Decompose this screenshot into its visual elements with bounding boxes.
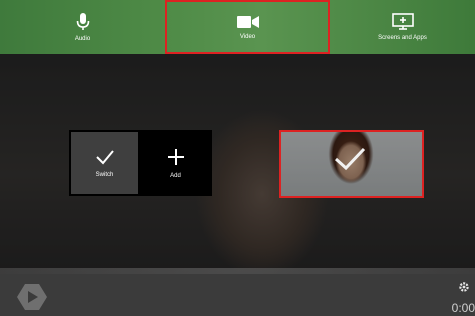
video-action-panel: Switch Add	[69, 130, 212, 196]
plus-icon	[167, 148, 185, 173]
microphone-icon	[76, 12, 90, 36]
screens-and-apps-tab-label: Screens and Apps	[378, 35, 427, 41]
camera-preview-thumbnail[interactable]	[279, 130, 424, 198]
player-bar: 0:00	[0, 274, 475, 316]
video-tab[interactable]: Video	[165, 0, 330, 54]
audio-tab[interactable]: Audio	[0, 0, 165, 54]
checkmark-icon	[95, 149, 115, 172]
audio-tab-label: Audio	[74, 35, 91, 42]
switch-button-label: Switch	[95, 171, 114, 178]
selected-checkmark-icon	[333, 146, 367, 177]
add-button[interactable]: Add	[142, 132, 209, 194]
video-tab-label: Video	[239, 33, 256, 40]
add-button-label: Add	[170, 172, 181, 179]
elapsed-time: 0:00	[451, 301, 475, 315]
settings-gear-icon[interactable]	[458, 280, 470, 298]
video-camera-icon	[236, 15, 259, 34]
app-logo-icon	[17, 284, 47, 315]
switch-button[interactable]: Switch	[71, 132, 138, 194]
screens-and-apps-tab[interactable]: Screens and Apps	[330, 0, 475, 54]
screen-share-icon	[391, 13, 414, 35]
source-toolbar: Audio Video Screens and Apps	[0, 0, 475, 54]
